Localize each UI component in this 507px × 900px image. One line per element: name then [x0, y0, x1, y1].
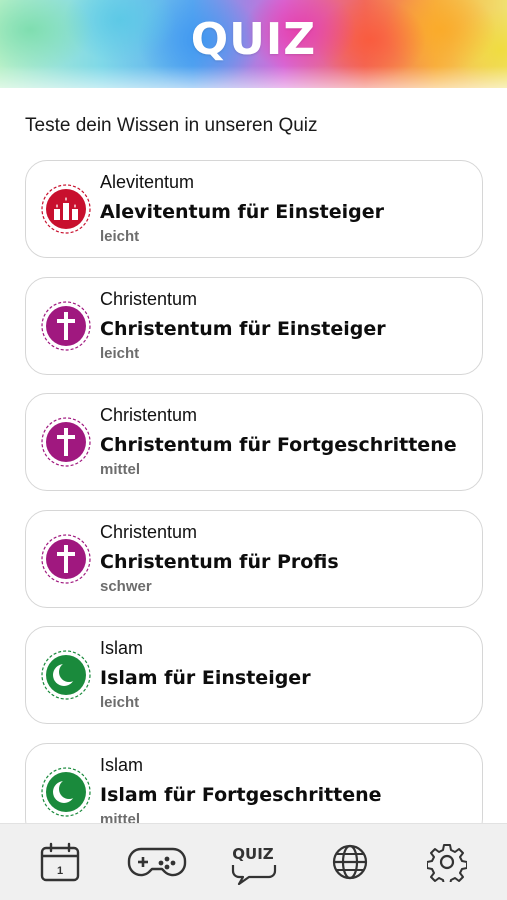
- tab-calendar[interactable]: 1: [30, 832, 90, 892]
- quiz-category: Islam: [100, 754, 144, 775]
- quiz-title: Christentum für Profis: [100, 550, 339, 573]
- quiz-level: leicht: [100, 344, 140, 362]
- quiz-card-christentum-fortgeschrittene[interactable]: Christentum Christentum für Fortgeschrit…: [25, 393, 483, 492]
- globe-icon: [332, 844, 368, 880]
- page-title: QUIZ: [190, 14, 317, 65]
- header-banner: QUIZ: [0, 0, 507, 88]
- crescent-icon: [40, 766, 92, 818]
- quiz-level: schwer: [100, 577, 152, 595]
- cross-icon: [40, 533, 92, 585]
- tab-world[interactable]: [320, 832, 380, 892]
- quiz-title: Christentum für Einsteiger: [100, 317, 386, 340]
- quiz-category: Islam: [100, 638, 144, 659]
- crescent-icon: [40, 649, 92, 701]
- quiz-category: Christentum: [100, 521, 198, 542]
- intro-text: Teste dein Wissen in unseren Quiz: [25, 115, 318, 136]
- quiz-list: Alevitentum Alevitentum für Einsteiger l…: [25, 160, 483, 860]
- cross-icon: [40, 416, 92, 468]
- quiz-card-christentum-einsteiger[interactable]: Christentum Christentum für Einsteiger l…: [25, 276, 483, 375]
- quiz-title: Islam für Fortgeschrittene: [100, 783, 382, 806]
- candles-icon: [40, 183, 92, 235]
- bottom-tab-bar: 1 QUIZ: [0, 823, 507, 900]
- tab-quiz[interactable]: QUIZ: [223, 832, 283, 892]
- quiz-bubble-icon: QUIZ: [232, 845, 277, 885]
- quiz-title: Christentum für Fortgeschrittene: [100, 434, 457, 457]
- quiz-category: Christentum: [100, 288, 198, 309]
- cross-icon: [40, 300, 92, 352]
- quiz-title: Alevitentum für Einsteiger: [100, 201, 384, 223]
- quiz-card-islam-einsteiger[interactable]: Islam Islam für Einsteiger leicht: [25, 626, 483, 725]
- quiz-level: leicht: [100, 228, 140, 245]
- quiz-card-christentum-profis[interactable]: Christentum Christentum für Profis schwe…: [25, 509, 483, 608]
- calendar-icon: 1: [41, 842, 80, 882]
- quiz-tab-label: QUIZ: [233, 845, 275, 863]
- quiz-level: mittel: [100, 461, 141, 479]
- quiz-category: Alevitentum: [100, 172, 195, 192]
- quiz-title: Islam für Einsteiger: [100, 667, 311, 690]
- tab-settings[interactable]: [417, 832, 477, 892]
- calendar-day: 1: [57, 865, 63, 877]
- quiz-level: leicht: [100, 694, 140, 712]
- gear-icon: [426, 844, 467, 882]
- gamepad-icon: [127, 847, 187, 877]
- quiz-card-alevitentum-einsteiger[interactable]: Alevitentum Alevitentum für Einsteiger l…: [25, 160, 483, 258]
- quiz-category: Christentum: [100, 405, 198, 426]
- tab-games[interactable]: [127, 832, 187, 892]
